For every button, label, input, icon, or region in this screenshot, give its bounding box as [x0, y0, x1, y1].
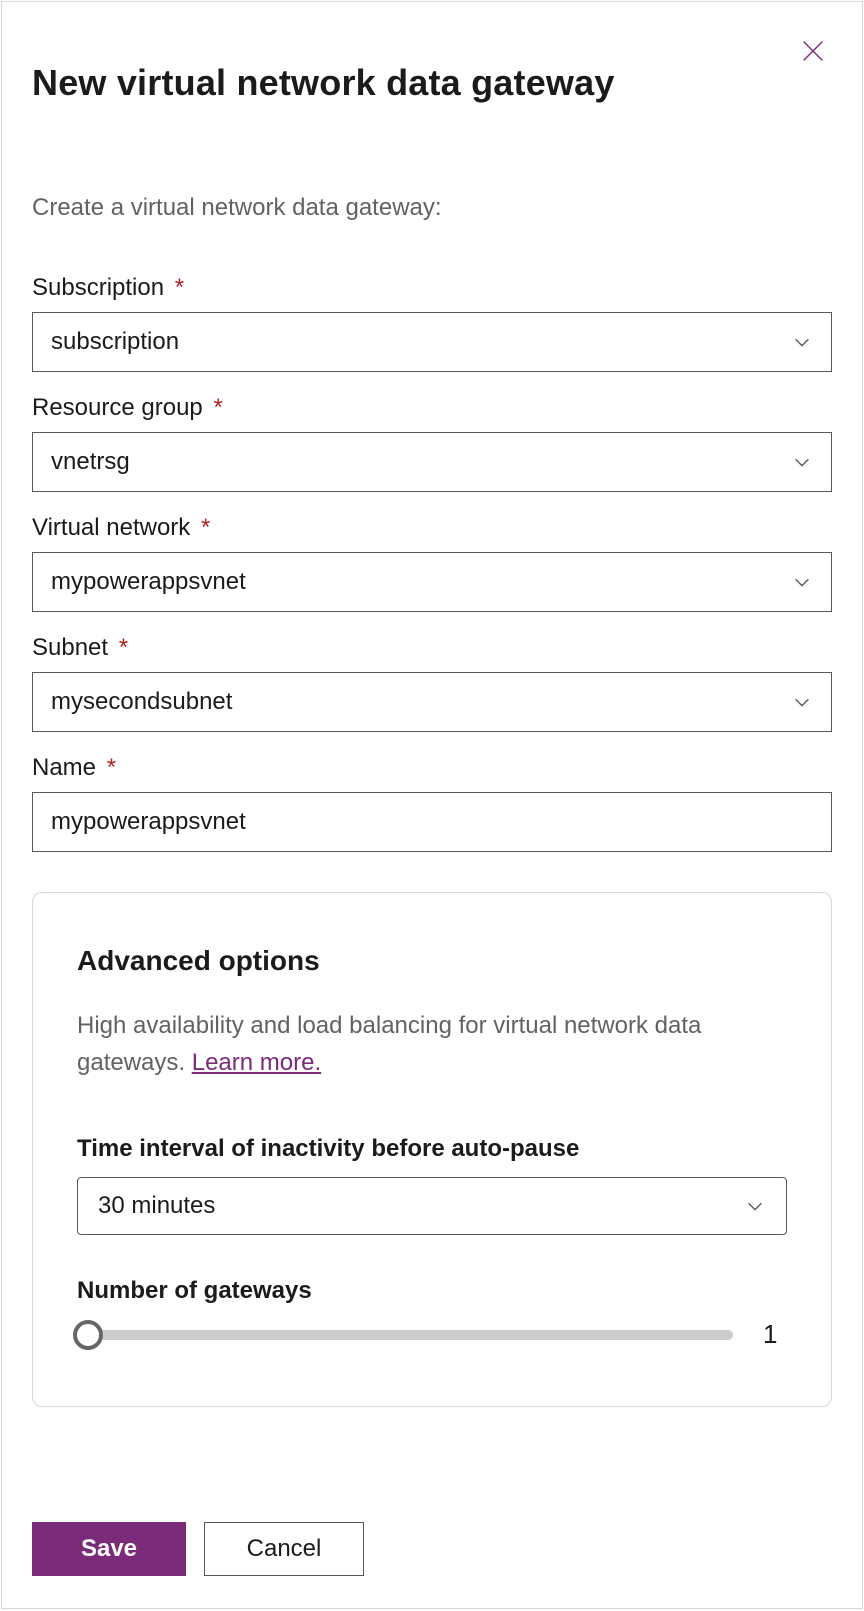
- required-mark: *: [201, 514, 210, 541]
- inactivity-label: Time interval of inactivity before auto-…: [77, 1135, 787, 1163]
- dialog-title: New virtual network data gateway: [32, 62, 832, 104]
- learn-more-link[interactable]: Learn more.: [192, 1049, 321, 1076]
- name-input[interactable]: mypowerappsvnet: [32, 792, 832, 852]
- field-subscription: Subscription * subscription: [32, 274, 832, 372]
- close-button[interactable]: [796, 34, 830, 68]
- subnet-label-text: Subnet: [32, 634, 108, 661]
- footer: Save Cancel: [32, 1522, 364, 1576]
- resource-group-label-text: Resource group: [32, 394, 203, 421]
- advanced-options: Advanced options High availability and l…: [32, 892, 832, 1407]
- resource-group-label: Resource group *: [32, 394, 832, 422]
- required-mark: *: [213, 394, 222, 421]
- virtual-network-select[interactable]: mypowerappsvnet: [32, 552, 832, 612]
- subnet-value: mysecondsubnet: [51, 688, 232, 716]
- name-label: Name *: [32, 754, 832, 782]
- close-icon: [799, 37, 827, 65]
- field-subnet: Subnet * mysecondsubnet: [32, 634, 832, 732]
- subscription-select[interactable]: subscription: [32, 312, 832, 372]
- name-label-text: Name: [32, 754, 96, 781]
- gateways-slider-row: 1: [77, 1319, 787, 1350]
- virtual-network-value: mypowerappsvnet: [51, 568, 246, 596]
- subnet-label: Subnet *: [32, 634, 832, 662]
- chevron-down-icon: [744, 1195, 766, 1217]
- field-name: Name * mypowerappsvnet: [32, 754, 832, 852]
- subnet-select[interactable]: mysecondsubnet: [32, 672, 832, 732]
- subscription-label: Subscription *: [32, 274, 832, 302]
- gateways-label: Number of gateways: [77, 1277, 787, 1305]
- inactivity-value: 30 minutes: [98, 1192, 215, 1220]
- gateways-value: 1: [763, 1319, 787, 1350]
- gateways-slider[interactable]: [77, 1330, 733, 1340]
- subscription-value: subscription: [51, 328, 179, 356]
- name-value: mypowerappsvnet: [51, 808, 246, 836]
- field-inactivity: Time interval of inactivity before auto-…: [77, 1135, 787, 1235]
- chevron-down-icon: [791, 691, 813, 713]
- virtual-network-label: Virtual network *: [32, 514, 832, 542]
- chevron-down-icon: [791, 451, 813, 473]
- slider-thumb[interactable]: [73, 1320, 103, 1350]
- inactivity-select[interactable]: 30 minutes: [77, 1177, 787, 1235]
- subscription-label-text: Subscription: [32, 274, 164, 301]
- cancel-button[interactable]: Cancel: [204, 1522, 364, 1576]
- advanced-description-text: High availability and load balancing for…: [77, 1012, 701, 1076]
- advanced-description: High availability and load balancing for…: [77, 1007, 787, 1081]
- advanced-title: Advanced options: [77, 945, 787, 977]
- field-virtual-network: Virtual network * mypowerappsvnet: [32, 514, 832, 612]
- virtual-network-label-text: Virtual network: [32, 514, 190, 541]
- dialog-subtitle: Create a virtual network data gateway:: [32, 194, 832, 222]
- chevron-down-icon: [791, 571, 813, 593]
- field-resource-group: Resource group * vnetrsg: [32, 394, 832, 492]
- required-mark: *: [119, 634, 128, 661]
- required-mark: *: [175, 274, 184, 301]
- field-gateways: Number of gateways 1: [77, 1277, 787, 1350]
- required-mark: *: [107, 754, 116, 781]
- resource-group-value: vnetrsg: [51, 448, 130, 476]
- chevron-down-icon: [791, 331, 813, 353]
- save-button[interactable]: Save: [32, 1522, 186, 1576]
- resource-group-select[interactable]: vnetrsg: [32, 432, 832, 492]
- dialog-panel: New virtual network data gateway Create …: [1, 1, 863, 1609]
